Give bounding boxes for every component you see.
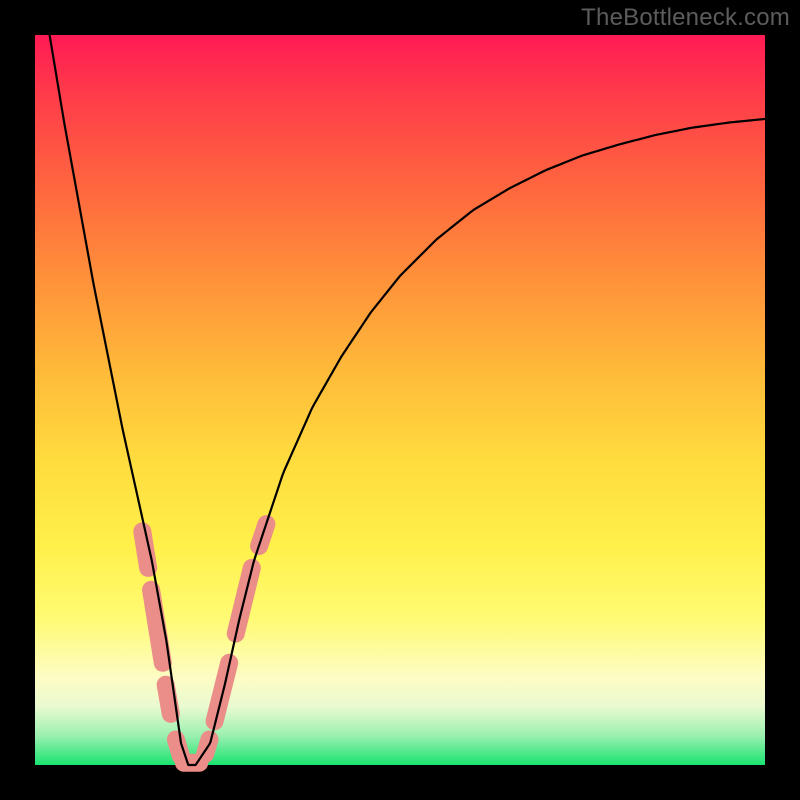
highlight-segment	[151, 590, 163, 663]
chart-svg	[35, 35, 765, 765]
highlight-segment	[166, 685, 171, 714]
watermark-text: TheBottleneck.com	[581, 4, 790, 32]
highlight-layer	[142, 524, 266, 763]
plot-area	[35, 35, 765, 765]
chart-frame: TheBottleneck.com	[0, 0, 800, 800]
